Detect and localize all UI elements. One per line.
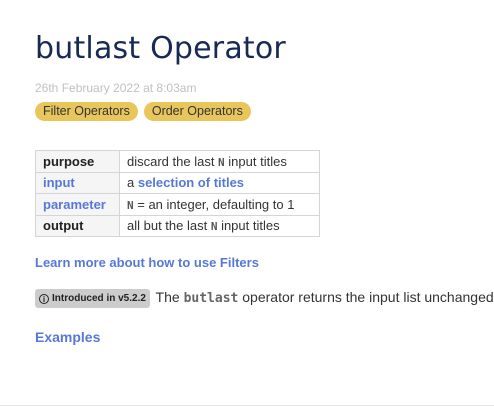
intro-text: operator returns the input list unchange… — [242, 289, 494, 305]
value-text: input titles — [224, 153, 287, 169]
code-n: N — [127, 198, 134, 212]
intro-text: The — [151, 289, 184, 305]
operator-code: butlast — [183, 291, 239, 306]
table-row: input a selection of titles — [35, 171, 320, 194]
version-badge-label: Introduced in v5.2.2 — [52, 293, 146, 304]
tag-order-operators[interactable]: Order Operators — [143, 102, 251, 121]
value-text: all but the last — [127, 218, 211, 234]
examples-link[interactable]: Examples — [35, 329, 100, 345]
row-value-purpose: discard the last N input titles — [119, 150, 320, 173]
page-title: butlast Operator — [35, 31, 286, 66]
learn-filters-link[interactable]: Learn more about how to use Filters — [35, 255, 259, 270]
value-text: input titles — [217, 218, 280, 234]
tag-list: Filter Operators Order Operators — [35, 102, 257, 121]
row-key-input-link[interactable]: input — [35, 171, 120, 194]
value-text: a — [127, 175, 138, 191]
info-circle-icon: i — [39, 294, 49, 304]
version-badge[interactable]: i Introduced in v5.2.2 — [35, 289, 150, 308]
tiddler-subtitle: 26th February 2022 at 8:03am — [35, 81, 197, 95]
row-value-input: a selection of titles — [119, 171, 320, 194]
table-row: output all but the last N input titles — [35, 214, 320, 237]
code-n: N — [218, 155, 225, 169]
operator-info-table: purpose discard the last N input titles … — [35, 150, 320, 237]
row-value-parameter: N = an integer, defaulting to 1 — [119, 193, 320, 216]
tag-filter-operators[interactable]: Filter Operators — [35, 102, 138, 121]
value-text: discard the last — [127, 153, 219, 169]
row-key-parameter-link[interactable]: parameter — [35, 193, 120, 216]
value-text: = an integer, defaulting to 1 — [133, 196, 295, 212]
divider — [0, 405, 494, 406]
row-key-purpose: purpose — [35, 150, 120, 173]
intro-paragraph: i Introduced in v5.2.2 The butlast operat… — [35, 289, 494, 308]
selection-of-titles-link[interactable]: selection of titles — [138, 175, 244, 190]
table-row: parameter N = an integer, defaulting to … — [35, 193, 320, 216]
row-key-output: output — [35, 214, 120, 237]
table-row: purpose discard the last N input titles — [35, 150, 320, 173]
tiddler-view: butlast Operator 26th February 2022 at 8… — [0, 0, 494, 407]
row-value-output: all but the last N input titles — [119, 214, 320, 237]
